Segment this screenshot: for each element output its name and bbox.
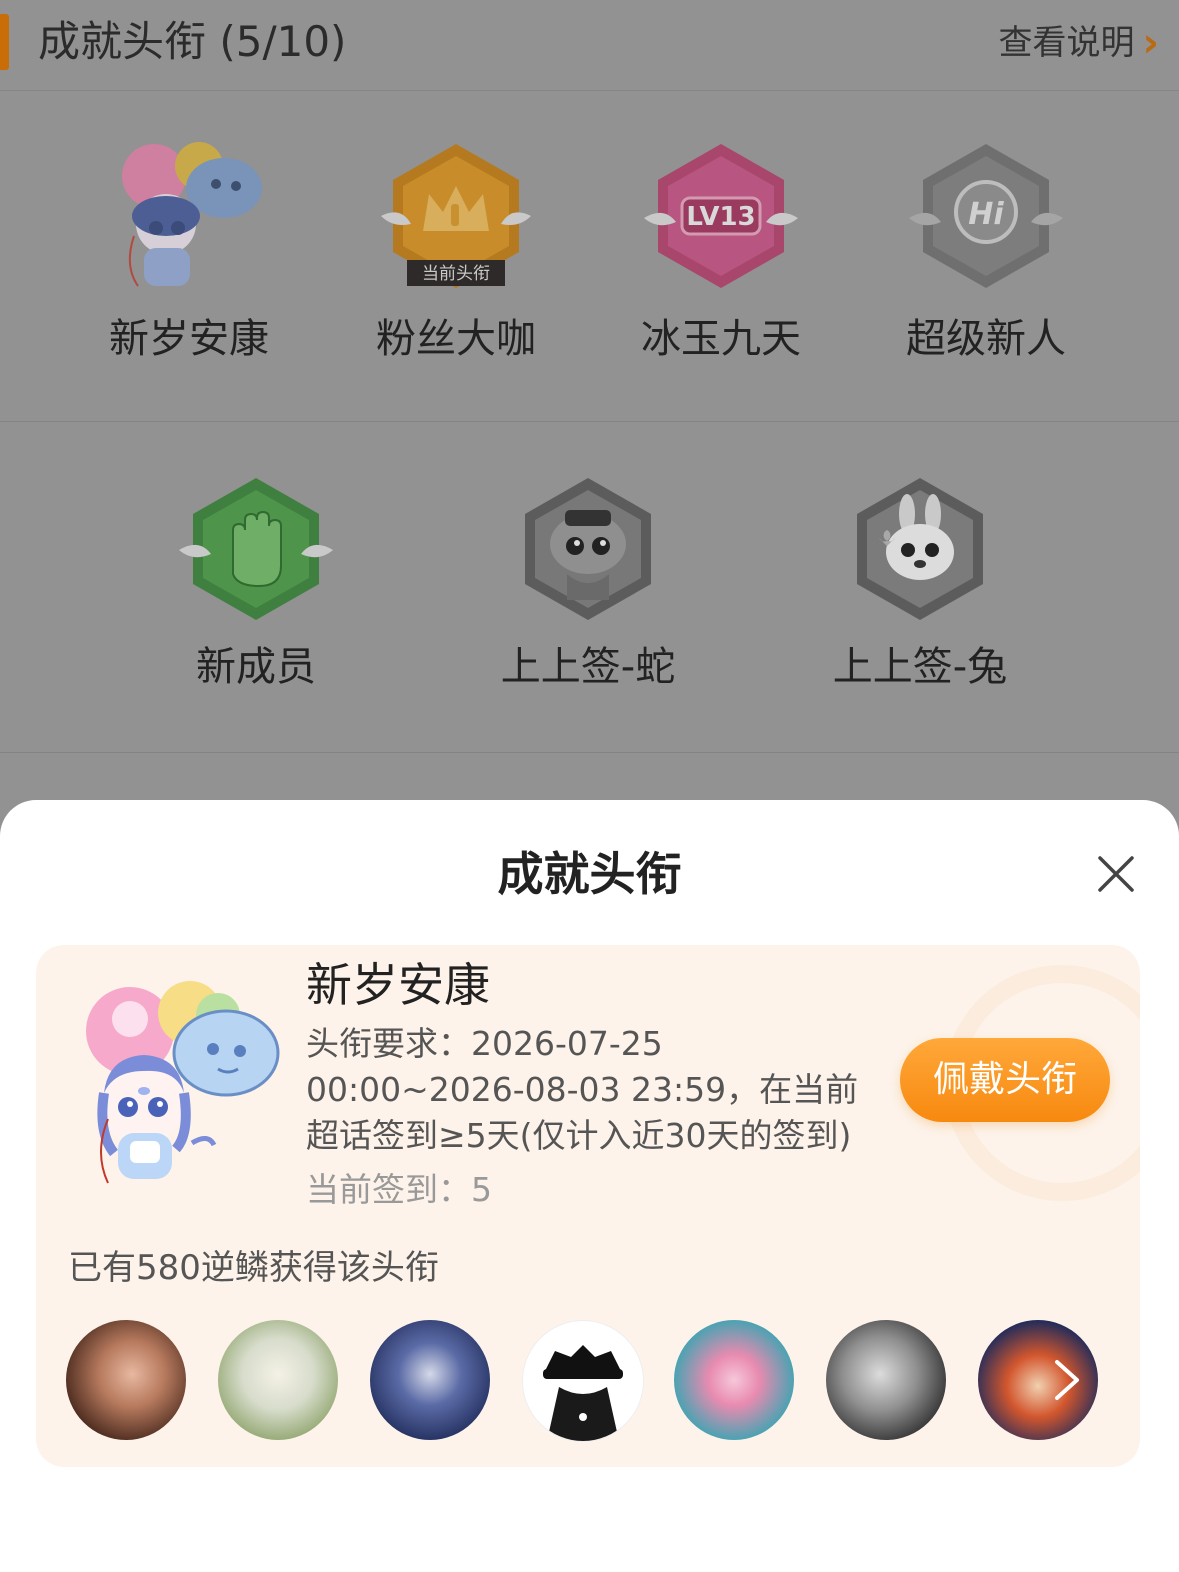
badge-item[interactable]: LV13 冰玉九天 — [621, 136, 821, 364]
avatar[interactable] — [522, 1320, 644, 1442]
owner-avatar-list — [66, 1320, 1126, 1442]
view-description-link[interactable]: 查看说明 › — [999, 18, 1159, 68]
crown-hexagon-icon: 当前头衔 — [381, 144, 531, 288]
badge-item[interactable]: 新成员 — [156, 474, 356, 692]
badge-label: 新岁安康 — [109, 316, 269, 362]
close-icon[interactable] — [1092, 850, 1140, 898]
badge-label: 上上签-兔 — [832, 644, 1008, 690]
badge-item[interactable]: 上上签-兔 — [820, 474, 1020, 692]
avatar[interactable] — [66, 1320, 186, 1440]
title-detail-sheet: 成就头衔 新岁安康 头衔要求：2026-07-25 00:00~2026-08-… — [0, 800, 1179, 1572]
badge-label: 上上签-蛇 — [500, 644, 676, 690]
badge-item[interactable]: 当前头衔 粉丝大咖 — [356, 136, 556, 364]
lv13-hexagon-icon: LV13 — [644, 144, 798, 288]
lv-text: LV13 — [686, 202, 755, 232]
cat-hat-figure-icon — [543, 1345, 623, 1441]
title-name: 新岁安康 — [306, 958, 490, 1012]
owners-count-text: 已有580逆鳞获得该头衔 — [68, 1248, 439, 1288]
current-checkin-count: 当前签到：5 — [306, 1170, 492, 1209]
avatar[interactable] — [826, 1320, 946, 1440]
accent-bar — [0, 14, 9, 70]
badge-item[interactable]: Hi 超级新人 — [886, 136, 1086, 364]
mascot-balloons-icon — [122, 142, 262, 287]
sheet-title: 成就头衔 — [497, 847, 682, 901]
badge-label: 冰玉九天 — [641, 316, 801, 362]
avatar[interactable] — [218, 1320, 338, 1440]
hand-hexagon-icon — [179, 478, 333, 620]
rabbit-hexagon-icon — [857, 478, 983, 620]
title-detail-card: 新岁安康 头衔要求：2026-07-25 00:00~2026-08-03 23… — [36, 945, 1140, 1467]
mascot-balloons-icon — [86, 981, 280, 1184]
avatar[interactable] — [370, 1320, 490, 1440]
badge-row-2: 新成员 上上签-蛇 上上签-兔 — [0, 422, 1179, 753]
current-title-tag: 当前头衔 — [422, 264, 490, 284]
chevron-right-icon: › — [1142, 20, 1159, 66]
badge-label: 粉丝大咖 — [376, 316, 536, 362]
hi-text: Hi — [968, 197, 1004, 232]
badge-label: 超级新人 — [906, 316, 1066, 362]
badge-row-1: 新岁安康 当前头衔 粉丝大咖 LV13 冰玉九天 Hi 超级新人 — [0, 91, 1179, 422]
avatar[interactable] — [674, 1320, 794, 1440]
badge-item[interactable]: 上上签-蛇 — [488, 474, 688, 692]
snake-hexagon-icon — [525, 478, 651, 620]
view-description-label: 查看说明 — [998, 23, 1135, 63]
more-avatars-chevron-icon[interactable] — [1043, 1354, 1091, 1406]
section-header: 成就头衔 (5/10) 查看说明 › — [0, 0, 1179, 91]
title-requirement: 头衔要求：2026-07-25 00:00~2026-08-03 23:59，在… — [306, 1024, 859, 1155]
badge-item[interactable]: 新岁安康 — [89, 136, 289, 364]
badge-label: 新成员 — [196, 644, 316, 690]
wear-title-button[interactable]: 佩戴头衔 — [900, 1038, 1110, 1122]
hi-hexagon-icon: Hi — [909, 144, 1063, 288]
section-title: 成就头衔 (5/10) — [38, 17, 347, 66]
